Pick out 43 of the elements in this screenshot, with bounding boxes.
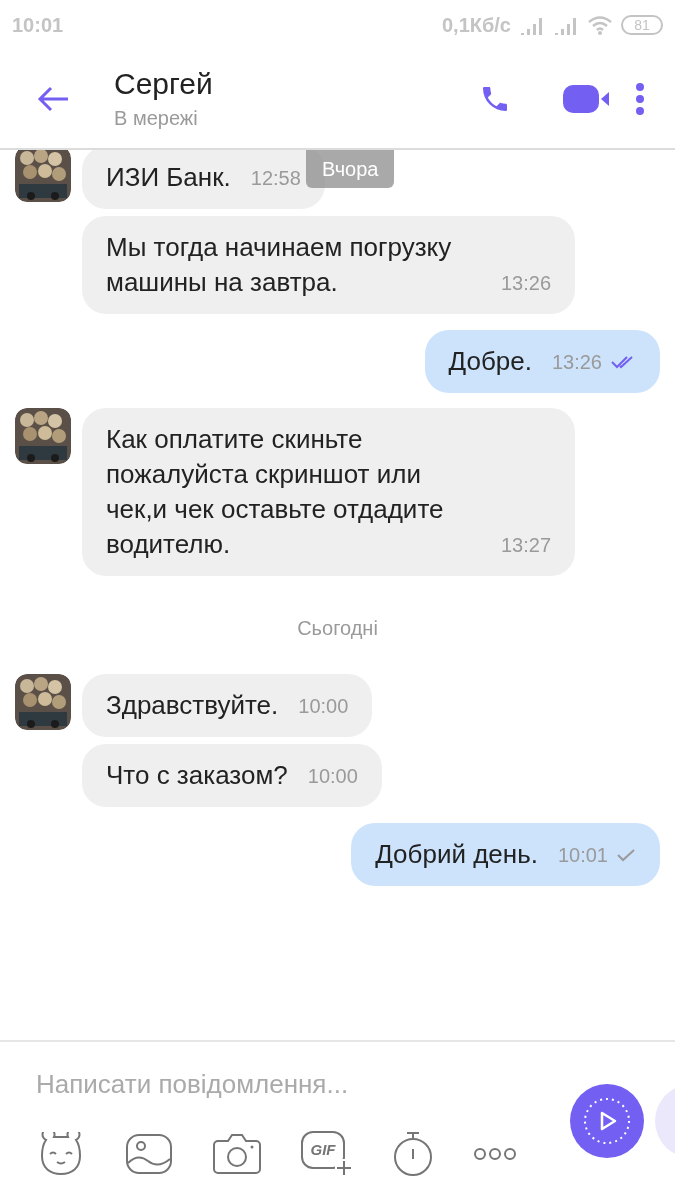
contact-status: В мережі [114, 106, 199, 131]
signal-icon [519, 15, 545, 35]
play-icon [583, 1097, 631, 1145]
date-badge: Вчора [306, 150, 395, 188]
message-input[interactable]: Написати повідомлення... [36, 1062, 536, 1106]
message-time: 13:27 [501, 533, 552, 558]
message-text: Добрий день. [375, 838, 538, 871]
message-text: Мы тогда начинаем погрузку машины на завтра. [106, 231, 453, 299]
message-bubble[interactable]: Добре. 13:26 [424, 330, 660, 393]
message-bubble[interactable]: ИЗИ Банк. 12:58 [82, 150, 325, 209]
battery-indicator: 81 [621, 15, 663, 35]
message-text: Здравствуйте. [106, 689, 279, 722]
date-separator: Сьогодні [297, 616, 378, 641]
message-time: 13:26 [551, 350, 602, 375]
wifi-icon [587, 15, 613, 35]
message-time: 13:26 [501, 271, 552, 296]
back-arrow-icon[interactable] [36, 85, 70, 113]
status-time: 10:01 [12, 13, 64, 38]
message-time: 10:00 [298, 694, 349, 719]
contact-name: Сергей [114, 66, 213, 102]
message-time: 10:00 [307, 764, 358, 789]
avatar[interactable] [15, 150, 71, 202]
avatar[interactable] [15, 408, 71, 464]
network-speed: 0,1Кб/с [441, 13, 511, 38]
more-icon[interactable] [473, 1147, 517, 1161]
avatar[interactable] [15, 674, 71, 730]
image-icon[interactable] [125, 1133, 173, 1175]
signal-icon [553, 15, 579, 35]
message-bubble[interactable]: Мы тогда начинаем погрузку машины на завтра. 13:26 [82, 216, 576, 314]
message-bubble[interactable]: Как оплатите скиньте пожалуйста скриншот или чек,и чек оставьте отдадите водителю. 13:27 [82, 408, 576, 576]
message-text: Что с заказом? [106, 759, 288, 792]
more-vertical-icon[interactable] [635, 83, 645, 115]
message-text: Добре. [448, 345, 532, 378]
message-time: 10:01 [557, 843, 608, 868]
video-camera-icon[interactable] [563, 83, 611, 115]
camera-icon[interactable] [212, 1132, 262, 1176]
message-text: ИЗИ Банк. [106, 161, 231, 194]
message-bubble[interactable]: Что с заказом? 10:00 [82, 744, 382, 807]
message-text: Как оплатите скиньте пожалуйста скриншот или чек,и чек оставьте отдадите водителю. [106, 423, 445, 561]
message-bubble[interactable]: Здравствуйте. 10:00 [82, 674, 373, 737]
message-time: 12:58 [250, 166, 301, 191]
message-bubble[interactable]: Добрий день. 10:01 [351, 823, 660, 886]
stopwatch-icon[interactable] [392, 1130, 434, 1178]
